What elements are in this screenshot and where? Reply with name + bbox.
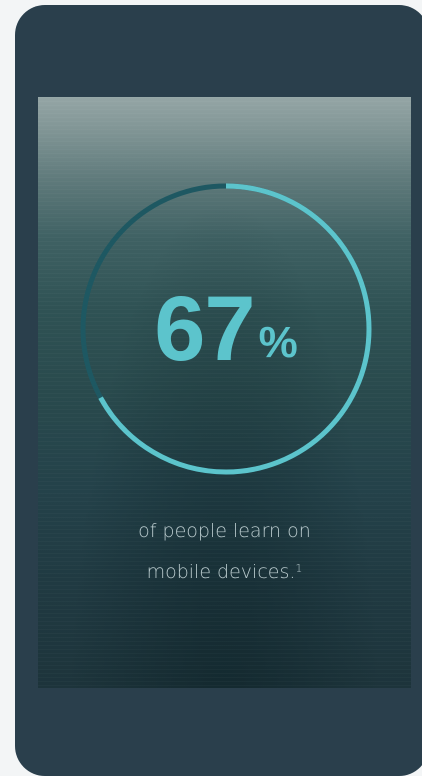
- stat-caption: of people learn on mobile devices.1: [38, 511, 411, 593]
- footnote-marker: 1: [295, 562, 303, 575]
- stat-value: 67: [154, 278, 255, 380]
- phone-frame: 67 % of people learn on mobile devices.1: [15, 5, 422, 776]
- caption-line-2-text: mobile devices.: [146, 561, 296, 583]
- stat-unit: %: [258, 318, 298, 367]
- stat-display: 67 %: [80, 183, 372, 475]
- caption-line-2: mobile devices.1: [38, 552, 411, 593]
- caption-line-1: of people learn on: [138, 520, 311, 542]
- hero-image: 67 % of people learn on mobile devices.1: [38, 97, 411, 688]
